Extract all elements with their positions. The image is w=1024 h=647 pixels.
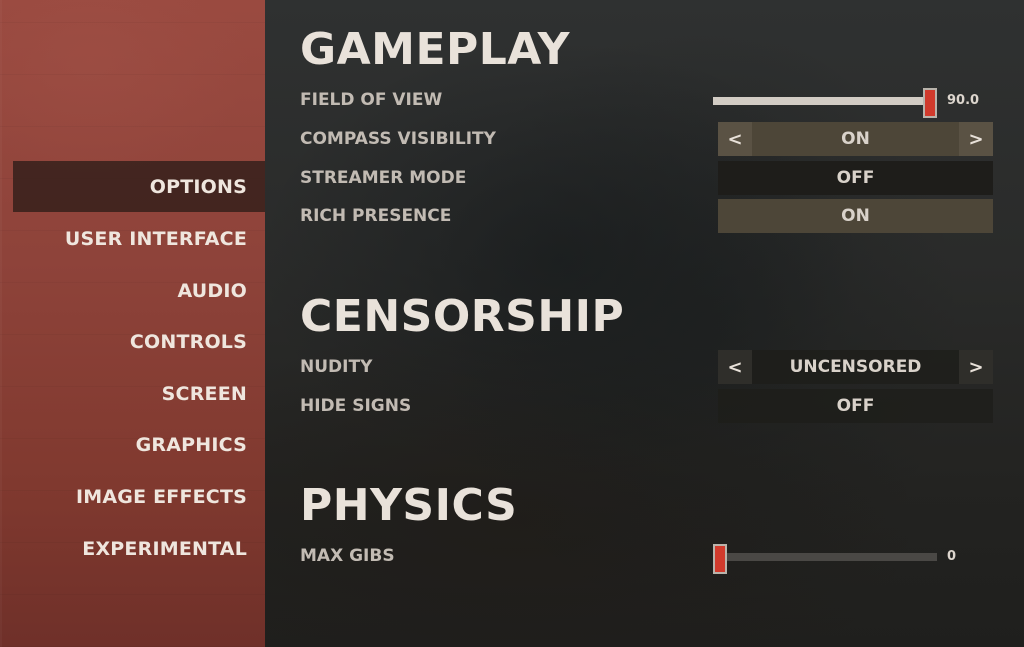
compass-visibility-selector[interactable]: < ON > [718,122,993,156]
sidebar-item-label: OPTIONS [149,175,247,198]
hide-signs-toggle[interactable]: OFF [718,389,993,423]
sidebar-item-label: IMAGE EFFECTS [76,485,247,508]
sidebar-item-label: EXPERIMENTAL [82,537,247,560]
sidebar-item-graphics[interactable]: GRAPHICS [13,419,265,470]
rich-presence-toggle[interactable]: ON [718,199,993,233]
sidebar-item-user-interface[interactable]: USER INTERFACE [13,213,265,264]
sidebar-item-label: GRAPHICS [135,433,247,456]
streamer-mode-toggle[interactable]: OFF [718,161,993,195]
field-of-view-label: FIELD OF VIEW [300,90,443,110]
section-title-gameplay: GAMEPLAY [300,24,570,75]
compass-visibility-value: ON [841,129,870,149]
sidebar: OPTIONS USER INTERFACE AUDIO CONTROLS SC… [0,0,265,647]
sidebar-item-label: USER INTERFACE [64,227,247,250]
next-arrow-icon[interactable]: > [959,350,993,384]
sidebar-item-label: CONTROLS [129,330,247,353]
compass-visibility-label: COMPASS VISIBILITY [300,129,496,149]
sidebar-item-image-effects[interactable]: IMAGE EFFECTS [13,471,265,522]
hide-signs-value: OFF [836,396,875,416]
slider-track-remaining [720,553,937,561]
slider-fill [713,97,930,105]
prev-arrow-icon[interactable]: < [718,350,752,384]
max-gibs-value: 0 [947,549,957,564]
sidebar-item-options[interactable]: OPTIONS [13,161,265,212]
sidebar-item-experimental[interactable]: EXPERIMENTAL [13,523,265,574]
nudity-value: UNCENSORED [789,357,922,377]
sidebar-item-screen[interactable]: SCREEN [13,368,265,419]
prev-arrow-icon[interactable]: < [718,122,752,156]
field-of-view-value: 90.0 [947,93,980,108]
section-title-censorship: CENSORSHIP [300,291,625,342]
slider-thumb[interactable] [923,88,937,118]
section-title-physics: PHYSICS [300,480,518,531]
max-gibs-slider[interactable] [713,544,937,574]
sidebar-item-audio[interactable]: AUDIO [13,265,265,316]
sidebar-item-label: SCREEN [161,382,247,405]
rich-presence-label: RICH PRESENCE [300,206,452,226]
max-gibs-label: MAX GIBS [300,546,395,566]
rich-presence-value: ON [841,206,870,226]
sidebar-item-label: AUDIO [177,279,247,302]
hide-signs-label: HIDE SIGNS [300,396,412,416]
streamer-mode-value: OFF [836,168,875,188]
field-of-view-slider[interactable] [713,88,937,118]
sidebar-item-controls[interactable]: CONTROLS [13,316,265,367]
nudity-selector[interactable]: < UNCENSORED > [718,350,993,384]
streamer-mode-label: STREAMER MODE [300,168,467,188]
nudity-label: NUDITY [300,357,373,377]
slider-thumb[interactable] [713,544,727,574]
next-arrow-icon[interactable]: > [959,122,993,156]
